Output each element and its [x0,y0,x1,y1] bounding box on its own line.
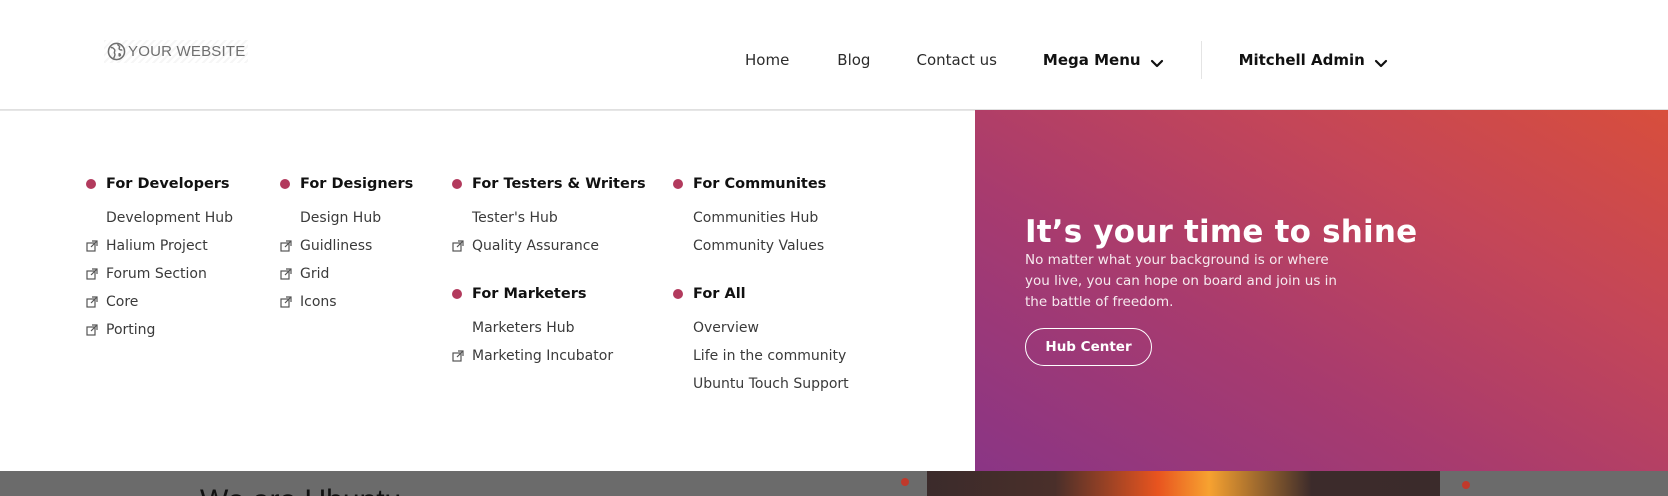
promo-title: It’s your time to shine [1025,214,1418,250]
main-nav: Home Blog Contact us Mega Menu Mitchell … [745,41,1388,79]
promo-description: No matter what your background is or whe… [1025,252,1337,310]
nav-divider [1200,41,1202,79]
menu-link-label: Porting [106,322,156,338]
menu-link[interactable]: Icons [280,288,413,316]
menu-link[interactable]: Design Hub [300,204,413,232]
bullet-dot-icon [280,179,290,189]
menu-link[interactable]: Life in the community [693,342,849,370]
menu-link[interactable]: Marketers Hub [472,314,646,342]
menu-group: For Developers Development Hub Halium Proj… [86,174,233,344]
menu-link-label: Design Hub [300,210,382,226]
menu-link-label: Quality Assurance [472,238,600,254]
menu-link-label: Development Hub [106,210,233,226]
nav-contact-us[interactable]: Contact us [916,51,996,69]
bullet-dot-icon [86,179,96,189]
menu-group-title: For All [693,286,746,302]
user-name: Mitchell Admin [1238,51,1365,69]
external-link-icon [452,240,464,252]
external-link-icon [86,268,98,280]
external-link-icon [280,240,292,252]
background-dot [901,478,909,486]
menu-link[interactable]: Overview [693,314,849,342]
menu-link-label: Icons [300,294,337,310]
menu-group-title: For Designers [300,176,414,192]
menu-column: For Developers Development Hub Halium Proj… [86,174,233,368]
menu-link[interactable]: Development Hub [106,204,233,232]
menu-link-label: Marketers Hub [472,320,575,336]
menu-link[interactable]: Grid [280,260,413,288]
menu-link[interactable]: Core [86,288,233,316]
user-menu[interactable]: Mitchell Admin [1239,51,1388,69]
menu-link-label: Halium Project [106,238,208,254]
menu-link-label: Community Values [693,238,825,254]
menu-link[interactable]: Tester's Hub [472,204,646,232]
site-logo[interactable]: YOUR WEBSITE [104,40,249,63]
site-header: YOUR WEBSITE Home Blog Contact us Mega M… [0,0,1668,110]
hub-center-button[interactable]: Hub Center [1025,328,1152,366]
menu-group-heading: For Communites [673,174,849,194]
menu-group-title: For Marketers [472,286,587,302]
nav-mega-menu[interactable]: Mega Menu [1043,51,1164,69]
menu-link[interactable]: Community Values [693,232,849,260]
menu-group: For Marketers Marketers Hub Marketing Incu… [452,284,646,370]
chevron-down-icon [1150,55,1164,68]
background-dot [1462,481,1470,489]
external-link-icon [86,324,98,336]
menu-link-label: Core [106,294,139,310]
promo-card: It’s your time to shine No matter what y… [975,110,1668,471]
bullet-dot-icon [673,179,683,189]
chevron-down-icon [1374,55,1388,68]
external-link-icon [86,296,98,308]
menu-link[interactable]: Quality Assurance [452,232,646,260]
menu-link[interactable]: Porting [86,316,233,344]
menu-link-label: Communities Hub [693,210,819,226]
menu-group-heading: For Developers [86,174,233,194]
menu-group-heading: For Testers & Writers [452,174,646,194]
menu-link[interactable]: Communities Hub [693,204,849,232]
menu-group: For Designers Design Hub Guidliness Grid Ico… [280,174,414,316]
menu-column: For Testers & Writers Tester's Hub Quality… [452,174,646,394]
menu-link-label: Marketing Incubator [472,348,614,364]
globe-icon [107,42,126,61]
menu-link-label: Overview [693,320,759,336]
external-link-icon [452,350,464,362]
menu-group-title: For Developers [106,176,230,192]
menu-group-heading: For Marketers [452,284,646,304]
logo-text: YOUR WEBSITE [128,43,246,60]
menu-group-heading: For Designers [280,174,414,194]
menu-group-heading: For All [673,284,849,304]
menu-group: For All Overview Life in the community Ubun… [673,284,849,398]
background-heading: We are Ubuntu [200,484,401,496]
menu-link[interactable]: Ubuntu Touch Support [693,370,849,398]
bullet-dot-icon [452,179,462,189]
menu-link-label: Guidliness [300,238,373,254]
menu-link[interactable]: Guidliness [280,232,413,260]
menu-column: For Designers Design Hub Guidliness Grid Ico… [280,174,414,340]
menu-link[interactable]: Forum Section [86,260,233,288]
menu-link-label: Life in the community [693,348,847,364]
menu-link[interactable]: Marketing Incubator [452,342,646,370]
nav-blog[interactable]: Blog [837,51,870,69]
menu-link-label: Grid [300,266,330,282]
bullet-dot-icon [673,289,683,299]
menu-group: For Communites Communities Hub Community V… [673,174,849,260]
external-link-icon [86,240,98,252]
menu-group-title: For Testers & Writers [472,176,646,192]
external-link-icon [280,296,292,308]
menu-link-label: Ubuntu Touch Support [693,376,849,392]
menu-link[interactable]: Halium Project [86,232,233,260]
menu-column: For Communites Communities Hub Community V… [673,174,849,422]
bullet-dot-icon [452,289,462,299]
menu-link-label: Forum Section [106,266,207,282]
menu-group: For Testers & Writers Tester's Hub Quality… [452,174,646,260]
nav-home[interactable]: Home [745,51,789,69]
mega-menu-label: Mega Menu [1042,51,1141,69]
external-link-icon [280,268,292,280]
background-image [927,471,1440,496]
menu-link-label: Tester's Hub [472,210,558,226]
menu-group-title: For Communites [693,176,827,192]
